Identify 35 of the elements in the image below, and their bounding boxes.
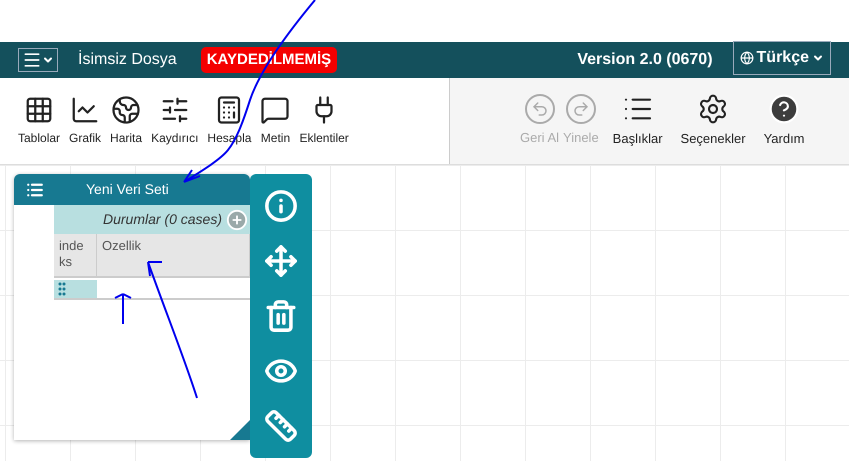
ruler-icon xyxy=(264,409,298,444)
drag-handle-icon xyxy=(58,282,66,296)
toolbar-tool-button[interactable]: Harita xyxy=(110,95,142,147)
version-label: Version 2.0 (0670) xyxy=(577,50,713,70)
file-name[interactable]: İsimsiz Dosya xyxy=(78,48,177,72)
redo-icon xyxy=(566,94,596,124)
collection-title: Durumlar (0 cases) xyxy=(102,210,222,229)
row-handle[interactable] xyxy=(54,280,97,298)
undo-icon xyxy=(524,94,554,124)
window-title: Yeni Veri Seti xyxy=(86,180,169,199)
toolbar-tool-button[interactable]: Metin xyxy=(260,95,290,147)
trash-icon xyxy=(264,298,298,333)
toolbar-action-button[interactable]: Başlıklar xyxy=(612,93,663,149)
add-icon[interactable] xyxy=(226,208,248,230)
slider-icon xyxy=(160,95,190,125)
globe-icon xyxy=(111,95,142,125)
resize-handle-icon[interactable] xyxy=(230,420,250,440)
column-header[interactable]: indeks xyxy=(54,234,97,276)
line-graph-icon xyxy=(70,95,100,125)
toolbar-action-button[interactable]: Yardım xyxy=(764,93,805,149)
help-icon xyxy=(768,93,800,126)
table-icon xyxy=(24,95,54,125)
table-icon xyxy=(26,180,44,198)
toolbar-tool-button[interactable]: Grafik xyxy=(69,95,102,147)
annotation-arrow xyxy=(113,292,133,326)
info-icon xyxy=(264,188,298,223)
menu-button[interactable] xyxy=(18,48,58,72)
toolbar-action-button[interactable]: Seçenekler xyxy=(680,93,746,149)
speech-bubble-icon xyxy=(260,95,290,125)
toolbar-tool-button[interactable]: Kaydırıcı xyxy=(151,95,198,147)
toolbar-tool-button[interactable]: Tablolar xyxy=(18,95,60,147)
arrows-icon xyxy=(264,244,298,278)
globe-icon xyxy=(740,51,754,65)
toolbar-tool-button[interactable]: Eklentiler xyxy=(299,95,349,147)
language-button[interactable]: Türkçe xyxy=(732,41,831,75)
